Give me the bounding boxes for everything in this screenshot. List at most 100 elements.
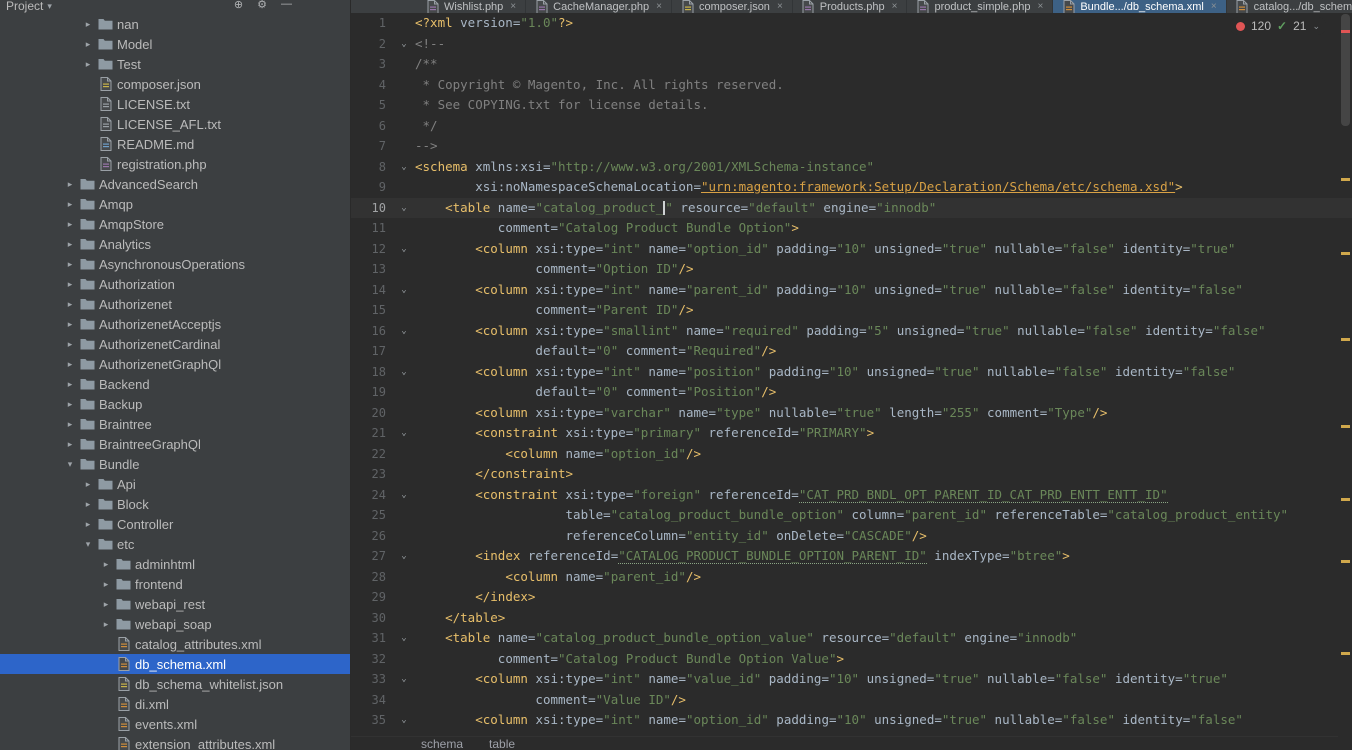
tab-wishlist-php[interactable]: Wishlist.php×	[417, 0, 526, 13]
editor-line[interactable]: 26 referenceColumn="entity_id" onDelete=…	[351, 526, 1352, 547]
inspection-stripe-mark[interactable]	[1341, 30, 1350, 33]
editor-line[interactable]: 23 </constraint>	[351, 464, 1352, 485]
editor-line[interactable]: 27⌄ <index referenceId="CATALOG_PRODUCT_…	[351, 546, 1352, 567]
tree-item-authorizenetcardinal[interactable]: ▸AuthorizenetCardinal	[0, 334, 350, 354]
expand-arrow-icon[interactable]: ▸	[62, 419, 78, 430]
inspection-stripe-mark[interactable]	[1341, 560, 1350, 563]
tree-item-authorization[interactable]: ▸Authorization	[0, 274, 350, 294]
tree-item-etc[interactable]: ▾etc	[0, 534, 350, 554]
expand-arrow-icon[interactable]: ▸	[62, 379, 78, 390]
fold-icon[interactable]: ⌄	[393, 239, 415, 260]
expand-arrow-icon[interactable]: ▸	[62, 359, 78, 370]
tree-item-braintree[interactable]: ▸Braintree	[0, 414, 350, 434]
editor-line[interactable]: 17 default="0" comment="Required"/>	[351, 341, 1352, 362]
tree-item-registration-php[interactable]: registration.php	[0, 154, 350, 174]
tree-item-authorizenetgraphql[interactable]: ▸AuthorizenetGraphQl	[0, 354, 350, 374]
expand-arrow-icon[interactable]: ▸	[62, 199, 78, 210]
expand-arrow-icon[interactable]: ▸	[62, 179, 78, 190]
fold-icon[interactable]: ⌄	[393, 321, 415, 342]
inspection-stripe-mark[interactable]	[1341, 338, 1350, 341]
fold-icon[interactable]: ⌄	[393, 628, 415, 649]
tab-catalog-db-schema-xml[interactable]: catalog.../db_schema.xml×	[1227, 0, 1352, 13]
tree-item-authorizenet[interactable]: ▸Authorizenet	[0, 294, 350, 314]
editor-line[interactable]: 25 table="catalog_product_bundle_option"…	[351, 505, 1352, 526]
breadcrumb-schema[interactable]: schema	[421, 737, 463, 750]
fold-icon[interactable]: ⌄	[393, 198, 415, 219]
tree-item-braintreegraphql[interactable]: ▸BraintreeGraphQl	[0, 434, 350, 454]
expand-arrow-icon[interactable]: ▾	[62, 459, 78, 470]
editor-line[interactable]: 34 comment="Value ID"/>	[351, 690, 1352, 711]
tab-close-icon[interactable]: ×	[510, 1, 516, 12]
editor-line[interactable]: 33⌄ <column xsi:type="int" name="value_i…	[351, 669, 1352, 690]
expand-arrow-icon[interactable]: ▸	[98, 619, 114, 630]
editor-line[interactable]: 19 default="0" comment="Position"/>	[351, 382, 1352, 403]
project-view-selector[interactable]: Project ▾	[6, 0, 52, 13]
tab-products-php[interactable]: Products.php×	[793, 0, 908, 13]
tree-item-adminhtml[interactable]: ▸adminhtml	[0, 554, 350, 574]
editor-line[interactable]: 31⌄ <table name="catalog_product_bundle_…	[351, 628, 1352, 649]
fold-icon[interactable]: ⌄	[393, 710, 415, 731]
expand-arrow-icon[interactable]: ▸	[80, 519, 96, 530]
inspection-stripe-mark[interactable]	[1341, 652, 1350, 655]
expand-arrow-icon[interactable]: ▸	[80, 479, 96, 490]
editor-line[interactable]: 1<?xml version="1.0"?>	[351, 13, 1352, 34]
fold-icon[interactable]: ⌄	[393, 546, 415, 567]
editor-line[interactable]: 32 comment="Catalog Product Bundle Optio…	[351, 649, 1352, 670]
inspection-stripe-mark[interactable]	[1341, 425, 1350, 428]
editor-line[interactable]: 30 </table>	[351, 608, 1352, 629]
tree-item-di-xml[interactable]: di.xml	[0, 694, 350, 714]
tab-composer-json[interactable]: composer.json×	[672, 0, 793, 13]
editor-line[interactable]: 7-->	[351, 136, 1352, 157]
expand-arrow-icon[interactable]: ▸	[98, 559, 114, 570]
breadcrumb-table[interactable]: table	[489, 737, 515, 750]
tree-item-model[interactable]: ▸Model	[0, 34, 350, 54]
tree-item-advancedsearch[interactable]: ▸AdvancedSearch	[0, 174, 350, 194]
inspection-stripe-mark[interactable]	[1341, 178, 1350, 181]
tree-item-license-afl-txt[interactable]: LICENSE_AFL.txt	[0, 114, 350, 134]
fold-icon[interactable]: ⌄	[393, 157, 415, 178]
tab-close-icon[interactable]: ×	[1211, 1, 1217, 12]
editor-line[interactable]: 15 comment="Parent ID"/>	[351, 300, 1352, 321]
expand-arrow-icon[interactable]: ▸	[62, 219, 78, 230]
editor-line[interactable]: 4 * Copyright © Magento, Inc. All rights…	[351, 75, 1352, 96]
editor-line[interactable]: 2⌄<!--	[351, 34, 1352, 55]
expand-arrow-icon[interactable]: ▸	[98, 599, 114, 610]
expand-arrow-icon[interactable]: ▸	[62, 259, 78, 270]
fold-icon[interactable]: ⌄	[393, 34, 415, 55]
tree-item-asynchronousoperations[interactable]: ▸AsynchronousOperations	[0, 254, 350, 274]
inspection-stripe-mark[interactable]	[1341, 252, 1350, 255]
editor-line[interactable]: 29 </index>	[351, 587, 1352, 608]
tree-item-composer-json[interactable]: composer.json	[0, 74, 350, 94]
editor-line[interactable]: 9 xsi:noNamespaceSchemaLocation="urn:mag…	[351, 177, 1352, 198]
expand-arrow-icon[interactable]: ▸	[62, 399, 78, 410]
tab-cachemanager-php[interactable]: CacheManager.php×	[526, 0, 672, 13]
expand-arrow-icon[interactable]: ▸	[62, 319, 78, 330]
tab-product-simple-php[interactable]: product_simple.php×	[907, 0, 1053, 13]
expand-arrow-icon[interactable]: ▸	[62, 439, 78, 450]
expand-arrow-icon[interactable]: ▸	[62, 299, 78, 310]
tree-item-db-schema-whitelist-json[interactable]: db_schema_whitelist.json	[0, 674, 350, 694]
tree-item-backup[interactable]: ▸Backup	[0, 394, 350, 414]
expand-arrow-icon[interactable]: ▸	[98, 579, 114, 590]
tree-item-webapi-rest[interactable]: ▸webapi_rest	[0, 594, 350, 614]
tree-item-readme-md[interactable]: README.md	[0, 134, 350, 154]
editor-line[interactable]: 13 comment="Option ID"/>	[351, 259, 1352, 280]
expand-arrow-icon[interactable]: ▸	[62, 279, 78, 290]
gear-icon[interactable]: ⚙	[257, 0, 267, 11]
tree-item-license-txt[interactable]: LICENSE.txt	[0, 94, 350, 114]
expand-arrow-icon[interactable]: ▸	[80, 499, 96, 510]
fold-icon[interactable]: ⌄	[393, 280, 415, 301]
tree-item-analytics[interactable]: ▸Analytics	[0, 234, 350, 254]
editor-line[interactable]: 8⌄<schema xmlns:xsi="http://www.w3.org/2…	[351, 157, 1352, 178]
expand-arrow-icon[interactable]: ▸	[80, 19, 96, 30]
editor-line[interactable]: 11 comment="Catalog Product Bundle Optio…	[351, 218, 1352, 239]
editor-line[interactable]: 3/**	[351, 54, 1352, 75]
editor-line[interactable]: 10⌄ <table name="catalog_product_" resou…	[351, 198, 1352, 219]
editor-line[interactable]: 5 * See COPYING.txt for license details.	[351, 95, 1352, 116]
tree-item-controller[interactable]: ▸Controller	[0, 514, 350, 534]
editor-line[interactable]: 28 <column name="parent_id"/>	[351, 567, 1352, 588]
editor-scrollbar[interactable]	[1338, 0, 1352, 750]
editor-line[interactable]: 16⌄ <column xsi:type="smallint" name="re…	[351, 321, 1352, 342]
tab-close-icon[interactable]: ×	[777, 1, 783, 12]
expand-arrow-icon[interactable]: ▸	[62, 339, 78, 350]
